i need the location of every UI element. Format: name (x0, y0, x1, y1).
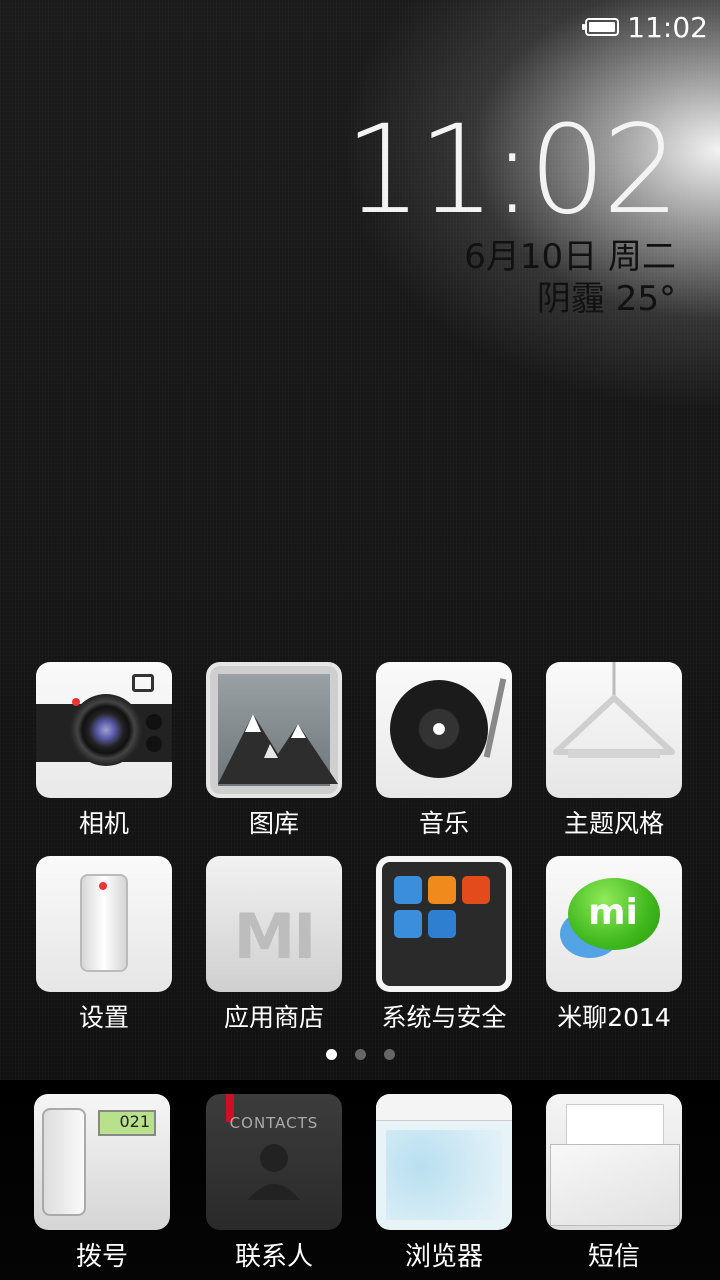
app-label: 拨号 (75, 1242, 128, 1272)
status-bar: 11:02 (582, 0, 720, 54)
switch-icon (36, 856, 172, 992)
clock-weather: 阴霾 25° (536, 279, 676, 319)
contacts-book-icon: CONTACTS (206, 1094, 342, 1230)
dock-dialer[interactable]: 021 拨号 (17, 1094, 187, 1273)
phone-icon: 021 (34, 1094, 170, 1230)
app-label: 图库 (248, 809, 299, 838)
dock-messages[interactable]: 短信 (529, 1094, 699, 1273)
dock-contacts[interactable]: CONTACTS 联系人 (189, 1094, 359, 1273)
clock-date: 6月10日 周二 (464, 237, 676, 277)
app-label: 短信 (587, 1242, 640, 1272)
app-settings[interactable]: 设置 (19, 856, 189, 1034)
folder-icon (376, 856, 512, 992)
page-dot[interactable] (354, 1049, 366, 1060)
app-label: 浏览器 (404, 1242, 483, 1272)
app-label: 设置 (78, 1003, 129, 1032)
music-icon (376, 662, 512, 798)
shopping-bag-icon: MI (206, 856, 342, 992)
page-dot[interactable] (383, 1049, 395, 1060)
app-label: 联系人 (234, 1242, 313, 1272)
app-market[interactable]: MI 应用商店 (189, 856, 359, 1034)
page-dot-active[interactable] (325, 1049, 337, 1060)
app-label: 应用商店 (223, 1003, 324, 1032)
battery-icon (582, 18, 620, 36)
app-mitalk[interactable]: mi 米聊2014 (529, 856, 699, 1034)
app-label: 米聊2014 (557, 1003, 671, 1032)
chat-bubble-icon: mi (546, 856, 682, 992)
gallery-icon (206, 662, 342, 798)
app-label: 主题风格 (563, 809, 664, 838)
app-theme[interactable]: 主题风格 (529, 662, 699, 840)
clock-widget[interactable]: 11:02 6月10日 周二 阴霾 25° (344, 99, 680, 320)
clock-time: 11:02 (344, 99, 680, 241)
app-folder-security[interactable]: 系统与安全 (359, 856, 529, 1034)
app-music[interactable]: 音乐 (359, 662, 529, 840)
hanger-icon (546, 662, 682, 798)
app-gallery[interactable]: 图库 (189, 662, 359, 840)
app-camera[interactable]: 相机 (19, 662, 189, 840)
app-label: 音乐 (418, 809, 469, 838)
browser-icon (376, 1094, 512, 1230)
page-indicator[interactable] (0, 1049, 720, 1060)
app-label: 系统与安全 (381, 1003, 507, 1032)
status-time: 11:02 (627, 10, 708, 44)
dock-browser[interactable]: 浏览器 (359, 1094, 529, 1273)
envelope-icon (546, 1094, 682, 1230)
app-label: 相机 (78, 809, 129, 838)
camera-icon (36, 662, 172, 798)
